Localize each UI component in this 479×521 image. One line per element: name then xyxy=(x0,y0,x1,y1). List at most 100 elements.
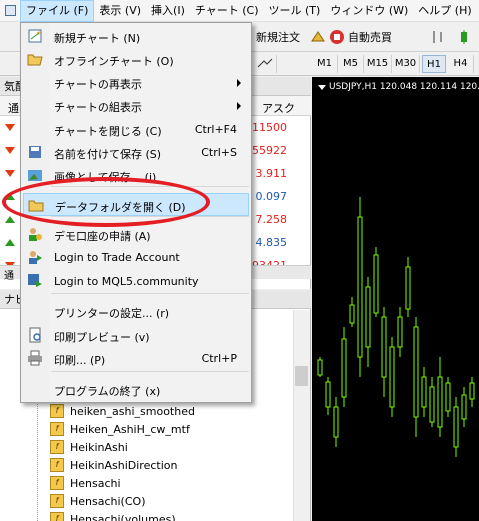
timeframe-m5[interactable]: M5 xyxy=(338,55,364,73)
menu-item-label: 印刷... (P) xyxy=(54,354,106,367)
auto-trade-button[interactable]: 自動売買 xyxy=(310,27,392,47)
menu-item-label: チャートの組表示 xyxy=(54,101,142,114)
menu-item-save-as[interactable]: 名前を付けて保存 (S) Ctrl+S xyxy=(23,141,249,164)
timeframe-h4[interactable]: H4 xyxy=(448,55,474,73)
candle-body xyxy=(405,266,411,310)
printer-icon xyxy=(27,350,43,366)
navigator-item-label: HeikinAshiDirection xyxy=(70,458,178,472)
navigator-item[interactable]: f HeikinAshi xyxy=(50,438,128,456)
menu-item-shortcut: Ctrl+P xyxy=(201,352,237,365)
ask-value: 7.258 xyxy=(255,213,288,226)
navigator-item-label: HeikinAshi xyxy=(70,440,128,454)
image-icon xyxy=(27,167,43,183)
menu-item-shortcut: Ctrl+F4 xyxy=(194,123,237,136)
candle-body xyxy=(373,254,379,314)
tab-symbols-label[interactable]: 通 xyxy=(4,267,14,282)
navigator-item-label: Hensachi xyxy=(70,476,121,490)
menu-chart[interactable]: チャート (C) xyxy=(190,0,264,22)
navigator-item-label: Heiken_AshiH_cw_mtf xyxy=(70,422,190,436)
arrow-up-icon xyxy=(5,239,15,246)
save-icon xyxy=(27,144,43,160)
indicator-icon: f xyxy=(50,422,64,436)
new-chart-icon: + xyxy=(27,28,43,44)
timeframe-m30[interactable]: M30 xyxy=(392,55,420,73)
login-icon xyxy=(27,249,43,265)
timeframe-h1[interactable]: H1 xyxy=(422,55,446,73)
menu-item-printer-setup[interactable]: プリンターの設定... (r) xyxy=(23,300,249,323)
mql5-icon xyxy=(27,273,43,289)
navigator-scroll-thumb[interactable] xyxy=(295,366,308,386)
menu-item-login-mql5[interactable]: Login to MQL5.community xyxy=(23,270,249,293)
svg-text:+: + xyxy=(36,29,42,37)
candle-body xyxy=(453,406,459,448)
chart-dropdown-icon[interactable] xyxy=(318,84,326,90)
auto-trade-icon xyxy=(310,29,326,45)
menu-item-offline-chart[interactable]: オフラインチャート (O) xyxy=(23,48,249,71)
menu-item-new-chart[interactable]: + 新規チャート (N) xyxy=(23,25,249,48)
ask-value: 4.835 xyxy=(255,236,288,249)
navigator-item[interactable]: f Hensachi(volumes) xyxy=(50,510,176,521)
menu-item-shortcut: Ctrl+S xyxy=(201,146,237,159)
menu-view[interactable]: 表示 (V) xyxy=(94,0,146,22)
ask-value: 0.097 xyxy=(255,190,288,203)
menu-item-label: デモ口座の申請 (A) xyxy=(54,230,151,243)
print-preview-icon xyxy=(27,327,43,343)
candle-body xyxy=(461,394,467,420)
ask-value: 3.911 xyxy=(255,167,288,180)
menu-item-print-preview[interactable]: 印刷プレビュー (v) xyxy=(23,324,249,347)
new-order-button[interactable]: 新規注文 xyxy=(256,27,300,47)
candle-body xyxy=(389,346,395,408)
app-menu-icon[interactable] xyxy=(0,0,20,22)
menu-item-label: 名前を付けて保存 (S) xyxy=(54,148,162,161)
navigator-item-label: Hensachi(volumes) xyxy=(70,512,176,521)
column-symbol[interactable]: 通 xyxy=(8,100,19,116)
column-ask[interactable]: アスク xyxy=(262,100,295,116)
candle-body xyxy=(333,406,339,438)
menu-item-label: チャートを閉じる (C) xyxy=(54,125,162,138)
annotation-ellipse xyxy=(2,177,210,227)
menu-tools[interactable]: ツール (T) xyxy=(264,0,326,22)
menu-item-print[interactable]: 印刷... (P) Ctrl+P xyxy=(23,347,249,370)
timeframe-m15[interactable]: M15 xyxy=(364,55,392,73)
menu-separator xyxy=(51,371,249,372)
ask-value: 55922 xyxy=(252,144,287,157)
candle-chart-icon xyxy=(456,29,472,45)
candle-body xyxy=(381,316,387,378)
bar-chart-button[interactable] xyxy=(430,27,446,47)
menu-insert[interactable]: 挿入(I) xyxy=(146,0,190,22)
menu-item-refresh-chart[interactable]: チャートの再表示 xyxy=(23,71,249,94)
menu-item-login-trade-account[interactable]: Login to Trade Account xyxy=(23,246,249,269)
menu-item-open-demo-account[interactable]: デモ口座の申請 (A) xyxy=(23,223,249,246)
menu-item-tile-chart[interactable]: チャートの組表示 xyxy=(23,94,249,117)
submenu-arrow-icon xyxy=(237,102,241,110)
candle-body xyxy=(437,376,443,428)
navigator-item[interactable]: f Hensachi(CO) xyxy=(50,492,145,510)
menu-window[interactable]: ウィンドウ (W) xyxy=(325,0,413,22)
menu-item-label: プリンターの設定... (r) xyxy=(54,307,170,320)
navigator-item-label: heiken_ashi_smoothed xyxy=(70,404,195,418)
navigator-item[interactable]: f heiken_ashi_smoothed xyxy=(50,402,195,420)
navigator-item[interactable]: f Hensachi xyxy=(50,474,121,492)
menu-item-label: 印刷プレビュー (v) xyxy=(54,331,150,344)
navigator-item[interactable]: f Heiken_AshiH_cw_mtf xyxy=(50,420,190,438)
navigator-scrollbar[interactable] xyxy=(293,310,310,521)
candle-body xyxy=(429,386,435,423)
demo-account-icon xyxy=(27,226,43,242)
navigator-item[interactable]: f HeikinAshiDirection xyxy=(50,456,177,474)
menu-item-label: プログラムの終了 (x) xyxy=(54,385,161,398)
candle-chart-button[interactable] xyxy=(456,27,472,47)
stop-icon xyxy=(329,29,345,45)
candle-body xyxy=(469,382,475,400)
menu-help[interactable]: ヘルプ (H) xyxy=(413,0,476,22)
indicator-icon: f xyxy=(50,440,64,454)
menu-file[interactable]: ファイル (F) xyxy=(20,0,95,22)
chart-window[interactable]: USDJPY,H1 120.048 120.114 120. xyxy=(312,77,479,521)
menu-item-close-chart[interactable]: チャートを閉じる (C) Ctrl+F4 xyxy=(23,118,249,141)
timeframe-m1[interactable]: M1 xyxy=(312,55,338,73)
timeframe-crosshair[interactable] xyxy=(253,55,277,73)
indicator-icon: f xyxy=(50,404,64,418)
menu-item-exit[interactable]: プログラムの終了 (x) xyxy=(23,378,249,401)
chart-header: USDJPY,H1 120.048 120.114 120. xyxy=(318,82,479,92)
menu-bar: ファイル (F) 表示 (V) 挿入(I) チャート (C) ツール (T) ウ… xyxy=(0,0,479,22)
candle-body xyxy=(421,376,427,408)
